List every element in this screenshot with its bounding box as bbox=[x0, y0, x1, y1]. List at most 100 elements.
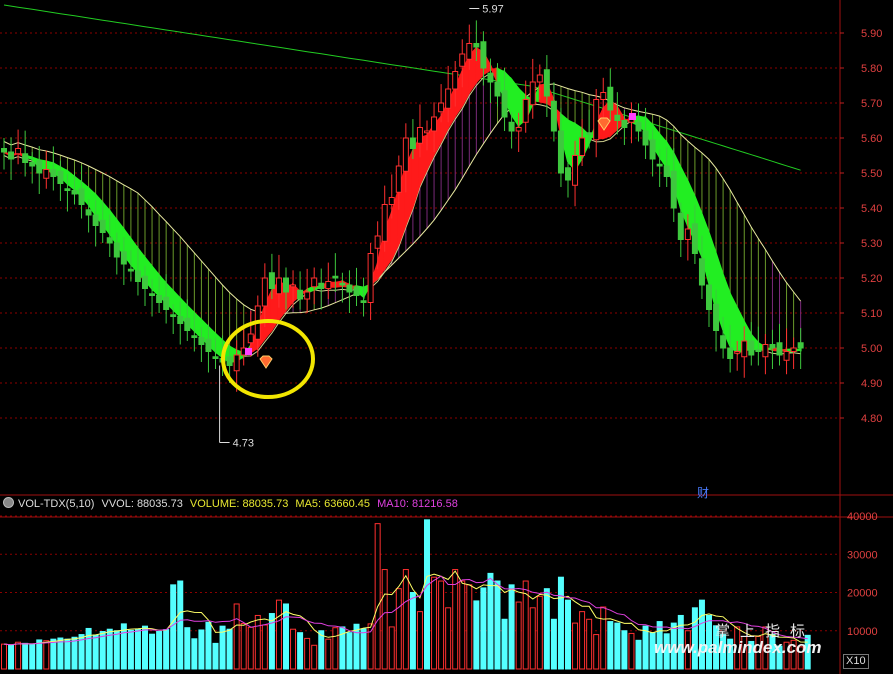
candle-body bbox=[698, 258, 705, 286]
volume-bar bbox=[149, 633, 156, 670]
candle-body bbox=[346, 284, 353, 293]
volume-bar bbox=[459, 580, 466, 670]
volume-bar bbox=[240, 622, 247, 670]
candle-body bbox=[149, 293, 156, 296]
candle-body bbox=[85, 209, 92, 216]
price-axis: 5.90 5.80 5.70 5.60 5.50 5.40 5.30 5.20 5.10 5.00… bbox=[840, 28, 882, 425]
volume-bar bbox=[642, 625, 649, 670]
candle-body bbox=[134, 270, 141, 282]
price-tick-label: 5.60 bbox=[861, 133, 882, 145]
volume-bar bbox=[416, 611, 423, 670]
volume-bar bbox=[191, 638, 198, 670]
candle-body bbox=[508, 121, 515, 132]
volume-bar bbox=[332, 627, 339, 670]
candle-body bbox=[163, 296, 170, 310]
candle-body bbox=[656, 163, 663, 167]
candle-body bbox=[304, 291, 311, 300]
volume-bar bbox=[529, 607, 536, 670]
candle-body bbox=[572, 155, 579, 186]
price-tick-label: 5.80 bbox=[861, 63, 882, 75]
candle-body bbox=[635, 121, 642, 132]
ribbon-segment bbox=[66, 169, 76, 192]
candle-body bbox=[797, 342, 804, 349]
candle-body bbox=[402, 137, 409, 172]
candle-body bbox=[99, 219, 106, 233]
volume-bar bbox=[438, 580, 445, 670]
candle-body bbox=[268, 272, 275, 289]
candle-body bbox=[529, 81, 536, 106]
volume-bar bbox=[501, 618, 508, 670]
volume-bar bbox=[353, 623, 360, 670]
candle-body bbox=[480, 41, 487, 69]
candle-body bbox=[663, 165, 670, 177]
candle-body bbox=[600, 92, 607, 100]
candle-body bbox=[106, 237, 113, 244]
candle-body bbox=[762, 344, 769, 358]
price-tick-label: 5.90 bbox=[861, 28, 882, 40]
volume-bar bbox=[374, 523, 381, 670]
volume-bar bbox=[198, 629, 205, 670]
volume-bar bbox=[579, 611, 586, 670]
candle-body bbox=[22, 153, 29, 163]
indicator-name[interactable]: VOL-TDX(5,10) bbox=[18, 498, 94, 510]
volume-bar bbox=[508, 584, 515, 670]
price-tick-label: 5.70 bbox=[861, 98, 882, 110]
candle-body bbox=[684, 228, 691, 240]
price-tick-label: 4.80 bbox=[861, 413, 882, 425]
ribbon-segment bbox=[151, 263, 161, 298]
candle-body bbox=[621, 120, 628, 128]
volume-bar bbox=[445, 607, 452, 670]
candle-body bbox=[734, 351, 741, 354]
vvol-label: VVOL: 88035.73 bbox=[101, 498, 183, 510]
volume-bar bbox=[628, 632, 635, 670]
volume-bar bbox=[367, 623, 374, 670]
candle-body bbox=[706, 284, 712, 310]
volume-bar bbox=[177, 580, 184, 670]
candle-body bbox=[297, 289, 304, 300]
candle-body bbox=[247, 333, 254, 344]
volume-label: VOLUME: 88035.73 bbox=[189, 498, 289, 510]
candle-body bbox=[677, 212, 684, 240]
candle-body bbox=[360, 300, 367, 303]
candle-body bbox=[388, 197, 395, 205]
volume-bar bbox=[487, 572, 494, 670]
candle-body bbox=[550, 100, 557, 132]
volume-bar bbox=[311, 644, 318, 670]
volume-bar bbox=[480, 587, 487, 670]
candle-body bbox=[29, 162, 36, 167]
volume-bar bbox=[8, 644, 15, 670]
price-tick-label: 5.50 bbox=[861, 168, 882, 180]
volume-bar bbox=[409, 592, 416, 670]
volume-bar bbox=[381, 569, 388, 670]
volume-bar bbox=[233, 603, 240, 670]
candle-body bbox=[557, 130, 564, 174]
candle-body bbox=[198, 337, 205, 345]
event-marker[interactable]: 财 bbox=[697, 484, 709, 501]
candle-body bbox=[64, 188, 71, 191]
ribbon-segment bbox=[722, 275, 732, 347]
volume-bar bbox=[268, 613, 275, 670]
volume-bar bbox=[22, 642, 29, 670]
candle-body bbox=[424, 130, 430, 134]
candle-body bbox=[15, 148, 22, 155]
ma5-label: MA5: 63660.45 bbox=[295, 498, 371, 510]
candle-body bbox=[43, 169, 50, 179]
ma10-label: MA10: 81216.58 bbox=[377, 498, 458, 510]
candle-body bbox=[409, 137, 416, 149]
candle-body bbox=[593, 99, 600, 141]
volume-bar bbox=[163, 629, 170, 670]
ribbon-segment bbox=[729, 293, 739, 356]
volume-bar bbox=[325, 638, 332, 670]
price-tick-label: 5.00 bbox=[861, 343, 882, 355]
ribbon-segment bbox=[129, 236, 139, 275]
volume-bar bbox=[43, 640, 50, 670]
gear-icon[interactable] bbox=[3, 497, 14, 508]
candle-body bbox=[515, 127, 522, 132]
candle-body bbox=[113, 242, 120, 258]
candle-body bbox=[607, 86, 614, 111]
candle-body bbox=[339, 282, 346, 286]
candle-body bbox=[473, 43, 480, 48]
low-label: 4.73 bbox=[233, 438, 254, 450]
candle-body bbox=[776, 342, 783, 356]
candle-body bbox=[142, 275, 148, 289]
